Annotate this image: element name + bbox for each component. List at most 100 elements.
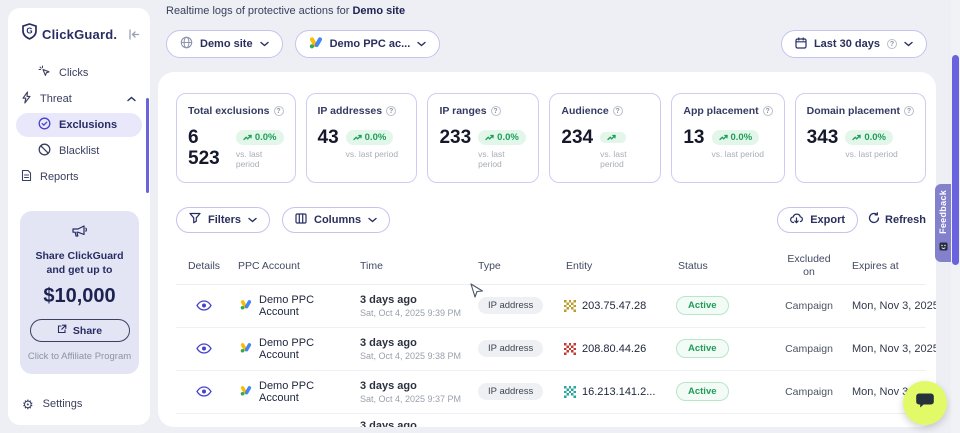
- entity-value: 16.213.141.2...: [582, 386, 655, 398]
- column-header-status[interactable]: Status: [668, 260, 770, 272]
- sidebar-item-blacklist[interactable]: Blacklist: [16, 139, 142, 163]
- stat-card-total-exclusions: Total exclusions? 6 523 0.0% vs. last pe…: [176, 93, 296, 183]
- external-link-icon: [57, 324, 67, 337]
- settings-label: Settings: [43, 398, 83, 410]
- column-header-entity[interactable]: Entity: [556, 260, 668, 272]
- export-button[interactable]: Export: [777, 207, 858, 233]
- help-icon[interactable]: ?: [491, 106, 501, 116]
- expires-at-value: Mon, Nov 3, 2025: [848, 343, 936, 355]
- trend-up-icon: [852, 134, 861, 141]
- sidebar-item-label: Reports: [40, 171, 79, 183]
- export-button-label: Export: [810, 214, 845, 226]
- stat-value: 234: [561, 128, 593, 149]
- excluded-on-value: Campaign: [770, 300, 848, 312]
- page-title-prefix: Realtime logs of protective actions for: [166, 5, 352, 17]
- status-badge: Active: [676, 339, 729, 358]
- excluded-on-value: Campaign: [770, 386, 848, 398]
- columns-button-label: Columns: [314, 214, 361, 226]
- stat-caption: vs. last period: [236, 149, 284, 169]
- ppc-account-selector[interactable]: Demo PPC ac...: [295, 30, 441, 58]
- help-icon[interactable]: ?: [763, 106, 773, 116]
- stat-caption: vs. last period: [478, 149, 527, 169]
- share-button[interactable]: Share: [30, 319, 130, 342]
- stat-label: Domain placement: [807, 105, 900, 117]
- columns-button[interactable]: Columns: [282, 207, 390, 233]
- table-row[interactable]: Demo PPC Account 3 days agoSat, Oct 4, 2…: [176, 328, 926, 371]
- sidebar-item-label: Exclusions: [59, 119, 117, 131]
- ip-identicon: [564, 386, 576, 398]
- stat-caption: vs. last period: [712, 149, 764, 159]
- page-scrollbar-thumb[interactable]: [952, 55, 959, 265]
- stat-card-ip-addresses: IP addresses? 43 0.0% vs. last period: [306, 93, 418, 183]
- stat-label: Audience: [561, 105, 608, 117]
- column-header-excluded-on[interactable]: Excluded on: [770, 253, 848, 279]
- stat-card-app-placement: App placement? 13 0.0% vs. last period: [671, 93, 784, 183]
- ip-identicon: [564, 343, 576, 355]
- sidebar: G ClickGuard. Clicks Threat Exclusions: [8, 8, 150, 425]
- status-badge: Active: [676, 382, 729, 401]
- sidebar-item-settings[interactable]: ⚙ Settings: [16, 393, 142, 415]
- ppc-account-selector-value: Demo PPC ac...: [330, 38, 411, 50]
- stat-card-ip-ranges: IP ranges? 233 0.0% vs. last period: [427, 93, 539, 183]
- help-icon[interactable]: ?: [613, 106, 623, 116]
- chevron-down-icon: [368, 214, 377, 226]
- sidebar-scrollbar-thumb[interactable]: [146, 98, 149, 193]
- table-row-partial[interactable]: 3 days ago: [176, 414, 926, 427]
- sidebar-nav: Clicks Threat Exclusions Blacklist Repor…: [8, 61, 150, 189]
- site-selector[interactable]: Demo site: [166, 30, 283, 58]
- time-relative: 3 days ago: [360, 294, 470, 306]
- refresh-button[interactable]: Refresh: [868, 212, 926, 227]
- table-header-row: Details PPC Account Time Type Entity Sta…: [176, 249, 926, 285]
- column-header-expires-at[interactable]: Expires at: [848, 260, 926, 272]
- sidebar-item-reports[interactable]: Reports: [16, 165, 142, 189]
- promo-amount: $10,000: [26, 285, 133, 308]
- scope-filters: Demo site Demo PPC ac...: [166, 30, 440, 58]
- time-relative: 3 days ago: [360, 337, 470, 349]
- stat-value: 6 523: [188, 128, 229, 170]
- trend-up-icon: [353, 134, 362, 141]
- affiliate-promo-card[interactable]: Share ClickGuard and get up to $10,000 S…: [20, 211, 139, 374]
- feedback-tab[interactable]: Feedback: [935, 184, 951, 262]
- table-row[interactable]: Demo PPC Account 3 days agoSat, Oct 4, 2…: [176, 371, 926, 414]
- affiliate-link-caption: Click to Affiliate Program: [26, 351, 133, 362]
- refresh-button-label: Refresh: [885, 214, 926, 226]
- clickguard-dashboard: G ClickGuard. Clicks Threat Exclusions: [0, 0, 960, 433]
- logs-panel: Total exclusions? 6 523 0.0% vs. last pe…: [158, 72, 936, 427]
- trend-up-icon: [243, 134, 252, 141]
- expires-at-value: Mon, Nov 3, 2025: [848, 300, 936, 312]
- filters-button-label: Filters: [208, 214, 241, 226]
- help-icon[interactable]: ?: [904, 106, 914, 116]
- trend-up-icon: [719, 134, 728, 141]
- column-header-time[interactable]: Time: [352, 260, 470, 272]
- chat-launcher-button[interactable]: [903, 381, 947, 425]
- help-icon: ?: [887, 39, 897, 49]
- trend-up-icon: [607, 134, 616, 141]
- column-header-details[interactable]: Details: [176, 260, 232, 272]
- view-details-eye-icon[interactable]: [196, 386, 212, 397]
- view-details-eye-icon[interactable]: [196, 343, 212, 354]
- collapse-sidebar-icon[interactable]: [128, 29, 140, 40]
- table-row[interactable]: Demo PPC Account 3 days agoSat, Oct 4, 2…: [176, 285, 926, 328]
- sidebar-item-label: Blacklist: [59, 145, 99, 157]
- help-icon[interactable]: ?: [274, 106, 284, 116]
- stat-label: Total exclusions: [188, 105, 270, 117]
- reports-document-icon: [21, 169, 32, 185]
- sidebar-item-threat[interactable]: Threat: [16, 87, 142, 111]
- help-icon[interactable]: ?: [386, 106, 396, 116]
- logo-row: G ClickGuard.: [8, 8, 150, 45]
- stat-delta: 0.0%: [864, 132, 886, 143]
- sidebar-item-clicks[interactable]: Clicks: [16, 61, 142, 85]
- feedback-tab-label: Feedback: [938, 190, 948, 234]
- sidebar-item-exclusions[interactable]: Exclusions: [16, 113, 142, 137]
- date-range-selector[interactable]: Last 30 days ?: [781, 30, 927, 58]
- column-header-type[interactable]: Type: [470, 260, 556, 272]
- google-ads-icon: [240, 299, 252, 313]
- filters-button[interactable]: Filters: [176, 207, 270, 233]
- type-badge: IP address: [478, 383, 543, 400]
- view-details-eye-icon[interactable]: [196, 300, 212, 311]
- click-cursor-icon: [38, 65, 51, 81]
- columns-icon: [295, 213, 307, 227]
- column-header-ppc-account[interactable]: PPC Account: [232, 260, 352, 272]
- sidebar-item-label: Clicks: [59, 67, 88, 79]
- exclusions-check-circle-icon: [38, 117, 51, 133]
